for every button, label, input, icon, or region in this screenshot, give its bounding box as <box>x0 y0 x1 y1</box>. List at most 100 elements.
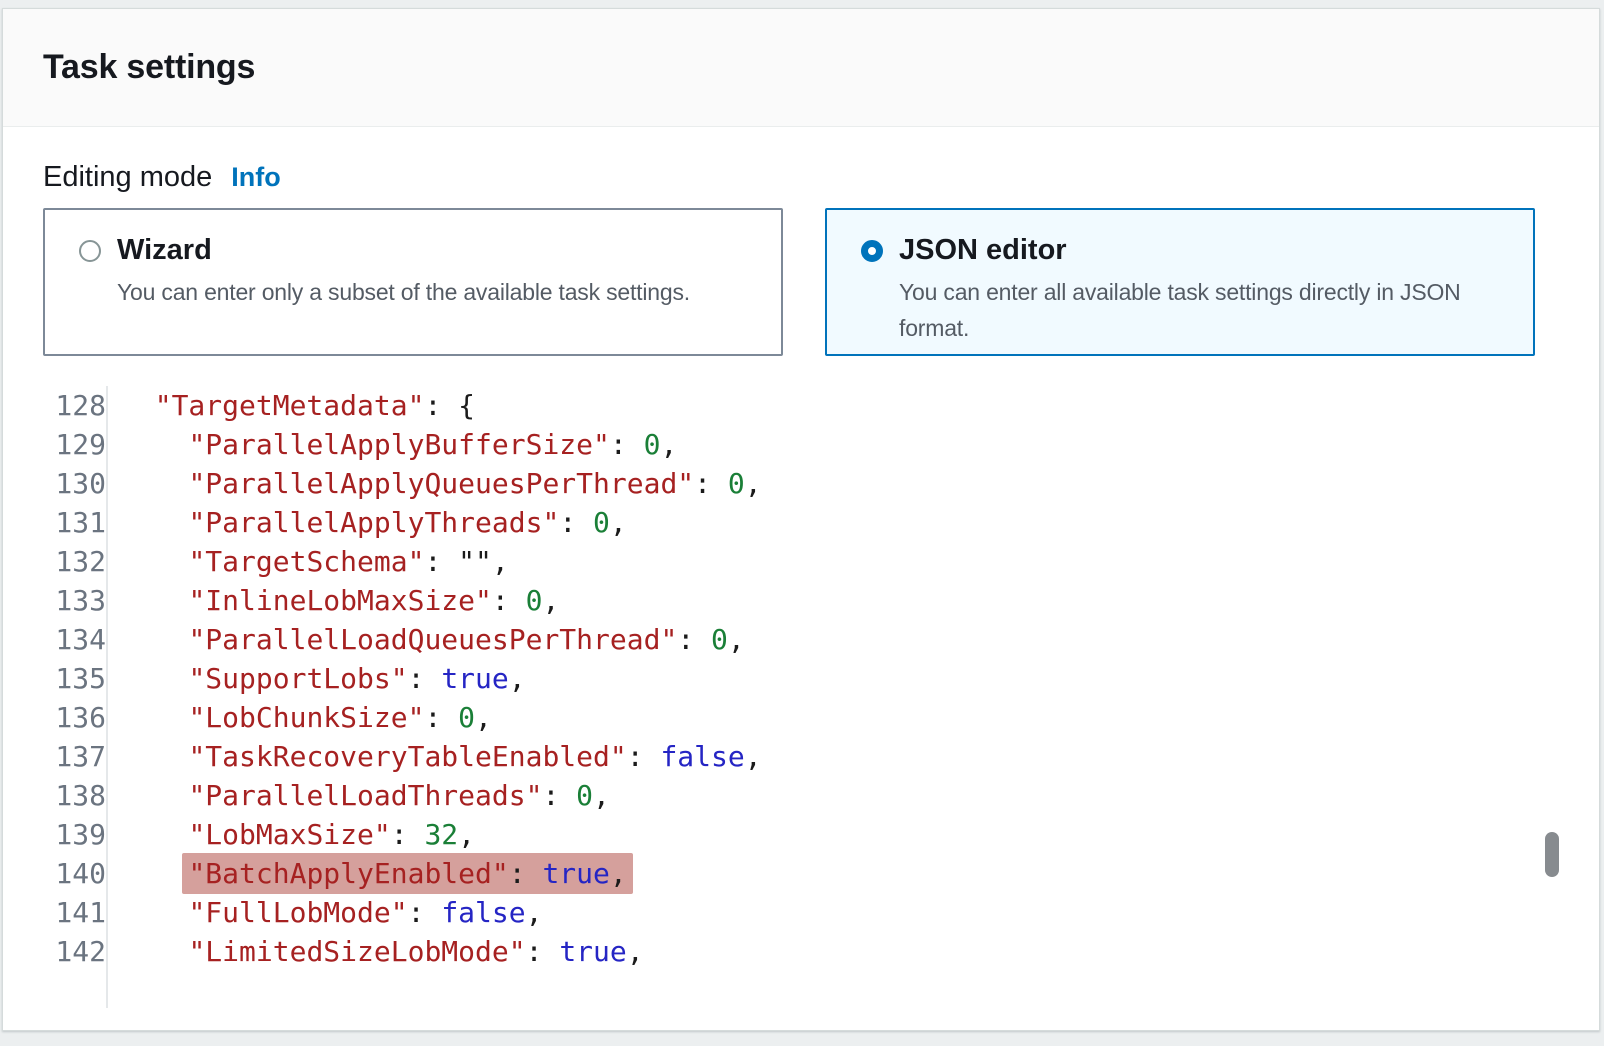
code-token: , <box>593 779 610 812</box>
code-line[interactable]: "LimitedSizeLobMode": true, <box>121 932 1559 971</box>
code-token: "InlineLobMaxSize" <box>188 584 491 617</box>
code-line[interactable]: "TaskRecoveryTableEnabled": false, <box>121 737 1559 776</box>
code-line[interactable]: "ParallelLoadQueuesPerThread": 0, <box>121 620 1559 659</box>
code-line[interactable]: "InlineLobMaxSize": 0, <box>121 581 1559 620</box>
code-token: "BatchApplyEnabled" <box>188 857 508 890</box>
code-line[interactable]: "BatchApplyEnabled": true, <box>121 854 1559 893</box>
code-token: , <box>745 740 762 773</box>
code-token: , <box>627 935 644 968</box>
code-token: "ParallelApplyQueuesPerThread" <box>188 467 694 500</box>
search-match-highlight: "BatchApplyEnabled": true, <box>182 853 632 894</box>
line-number: 131 <box>43 503 106 542</box>
radio-unselected-icon[interactable] <box>79 240 101 262</box>
line-number: 136 <box>43 698 106 737</box>
code-token: 0 <box>576 779 593 812</box>
code-token: : <box>408 662 442 695</box>
line-number: 142 <box>43 932 106 971</box>
code-token: : <box>509 857 543 890</box>
code-line[interactable]: "ParallelApplyThreads": 0, <box>121 503 1559 542</box>
code-line[interactable]: "ParallelApplyBufferSize": 0, <box>121 425 1559 464</box>
code-token: "LobMaxSize" <box>188 818 390 851</box>
code-token: false <box>441 896 525 929</box>
code-token: 0 <box>644 428 661 461</box>
code-token: : <box>408 896 442 929</box>
line-number: 141 <box>43 893 106 932</box>
line-number: 138 <box>43 776 106 815</box>
line-number: 132 <box>43 542 106 581</box>
code-token: : <box>627 740 661 773</box>
code-token: , <box>610 857 627 890</box>
code-token: "TargetSchema" <box>188 545 424 578</box>
code-token: , <box>475 701 492 734</box>
code-token: : <box>424 701 458 734</box>
editing-mode-label: Editing mode <box>43 161 212 194</box>
code-line[interactable]: "FullLobMode": false, <box>121 893 1559 932</box>
code-token: "FullLobMode" <box>188 896 407 929</box>
line-number: 129 <box>43 425 106 464</box>
code-token: "TaskRecoveryTableEnabled" <box>188 740 626 773</box>
line-number: 139 <box>43 815 106 854</box>
code-token: , <box>610 506 627 539</box>
code-token: , <box>492 545 509 578</box>
code-token: true <box>441 662 508 695</box>
line-number: 134 <box>43 620 106 659</box>
code-token: , <box>660 428 677 461</box>
code-token: "ParallelLoadThreads" <box>188 779 542 812</box>
code-line[interactable]: "ParallelApplyQueuesPerThread": 0, <box>121 464 1559 503</box>
code-token: , <box>526 896 543 929</box>
tile-wizard-radio-row: Wizard <box>79 234 765 267</box>
line-number: 130 <box>43 464 106 503</box>
tile-json-label: JSON editor <box>899 234 1067 267</box>
code-token: : { <box>424 389 475 422</box>
info-link[interactable]: Info <box>231 161 280 194</box>
code-token: "LobChunkSize" <box>188 701 424 734</box>
code-token: "ParallelLoadQueuesPerThread" <box>188 623 677 656</box>
code-token: "ParallelApplyBufferSize" <box>188 428 609 461</box>
code-line[interactable]: "SupportLobs": true, <box>121 659 1559 698</box>
code-token: 0 <box>526 584 543 617</box>
code-line[interactable]: "ParallelLoadThreads": 0, <box>121 776 1559 815</box>
code-token: "" <box>458 545 492 578</box>
code-token: : <box>492 584 526 617</box>
code-token: , <box>509 662 526 695</box>
panel-body: Editing mode Info Wizard You can enter o… <box>3 127 1599 1008</box>
code-token: : <box>542 779 576 812</box>
code-token: 0 <box>711 623 728 656</box>
code-token: , <box>728 623 745 656</box>
code-token: : <box>677 623 711 656</box>
code-token: , <box>745 467 762 500</box>
code-token: : <box>391 818 425 851</box>
code-token: true <box>542 857 609 890</box>
code-token: "LimitedSizeLobMode" <box>188 935 525 968</box>
line-number: 135 <box>43 659 106 698</box>
editing-mode-tiles: Wizard You can enter only a subset of th… <box>43 208 1559 356</box>
code-line[interactable]: "TargetSchema": "", <box>121 542 1559 581</box>
tile-json-editor[interactable]: JSON editor You can enter all available … <box>825 208 1535 356</box>
scrollbar-thumb[interactable] <box>1545 832 1559 877</box>
tile-json-description: You can enter all available task setting… <box>899 274 1517 346</box>
code-token: true <box>559 935 626 968</box>
tile-wizard[interactable]: Wizard You can enter only a subset of th… <box>43 208 783 356</box>
code-token: "TargetMetadata" <box>155 389 425 422</box>
code-token: false <box>660 740 744 773</box>
code-token: : <box>694 467 728 500</box>
code-token: "ParallelApplyThreads" <box>188 506 559 539</box>
code-token: : <box>526 935 560 968</box>
code-column[interactable]: "TargetMetadata": { "ParallelApplyBuffer… <box>108 386 1559 1008</box>
code-line[interactable]: "LobChunkSize": 0, <box>121 698 1559 737</box>
code-token: , <box>542 584 559 617</box>
code-line[interactable]: "TargetMetadata": { <box>121 386 1559 425</box>
radio-selected-icon[interactable] <box>861 240 883 262</box>
gutter-column: 1281291301311321331341351361371381391401… <box>43 386 108 1008</box>
code-token: : <box>424 545 458 578</box>
editing-mode-row: Editing mode Info <box>43 161 1559 194</box>
code-token: 0 <box>593 506 610 539</box>
line-number: 140 <box>43 854 106 893</box>
line-number: 128 <box>43 386 106 425</box>
json-code-editor[interactable]: 1281291301311321331341351361371381391401… <box>43 386 1559 1008</box>
tile-wizard-label: Wizard <box>117 234 212 267</box>
tile-json-radio-row: JSON editor <box>861 234 1517 267</box>
code-token: : <box>559 506 593 539</box>
tile-wizard-description: You can enter only a subset of the avail… <box>117 274 765 310</box>
code-line[interactable]: "LobMaxSize": 32, <box>121 815 1559 854</box>
